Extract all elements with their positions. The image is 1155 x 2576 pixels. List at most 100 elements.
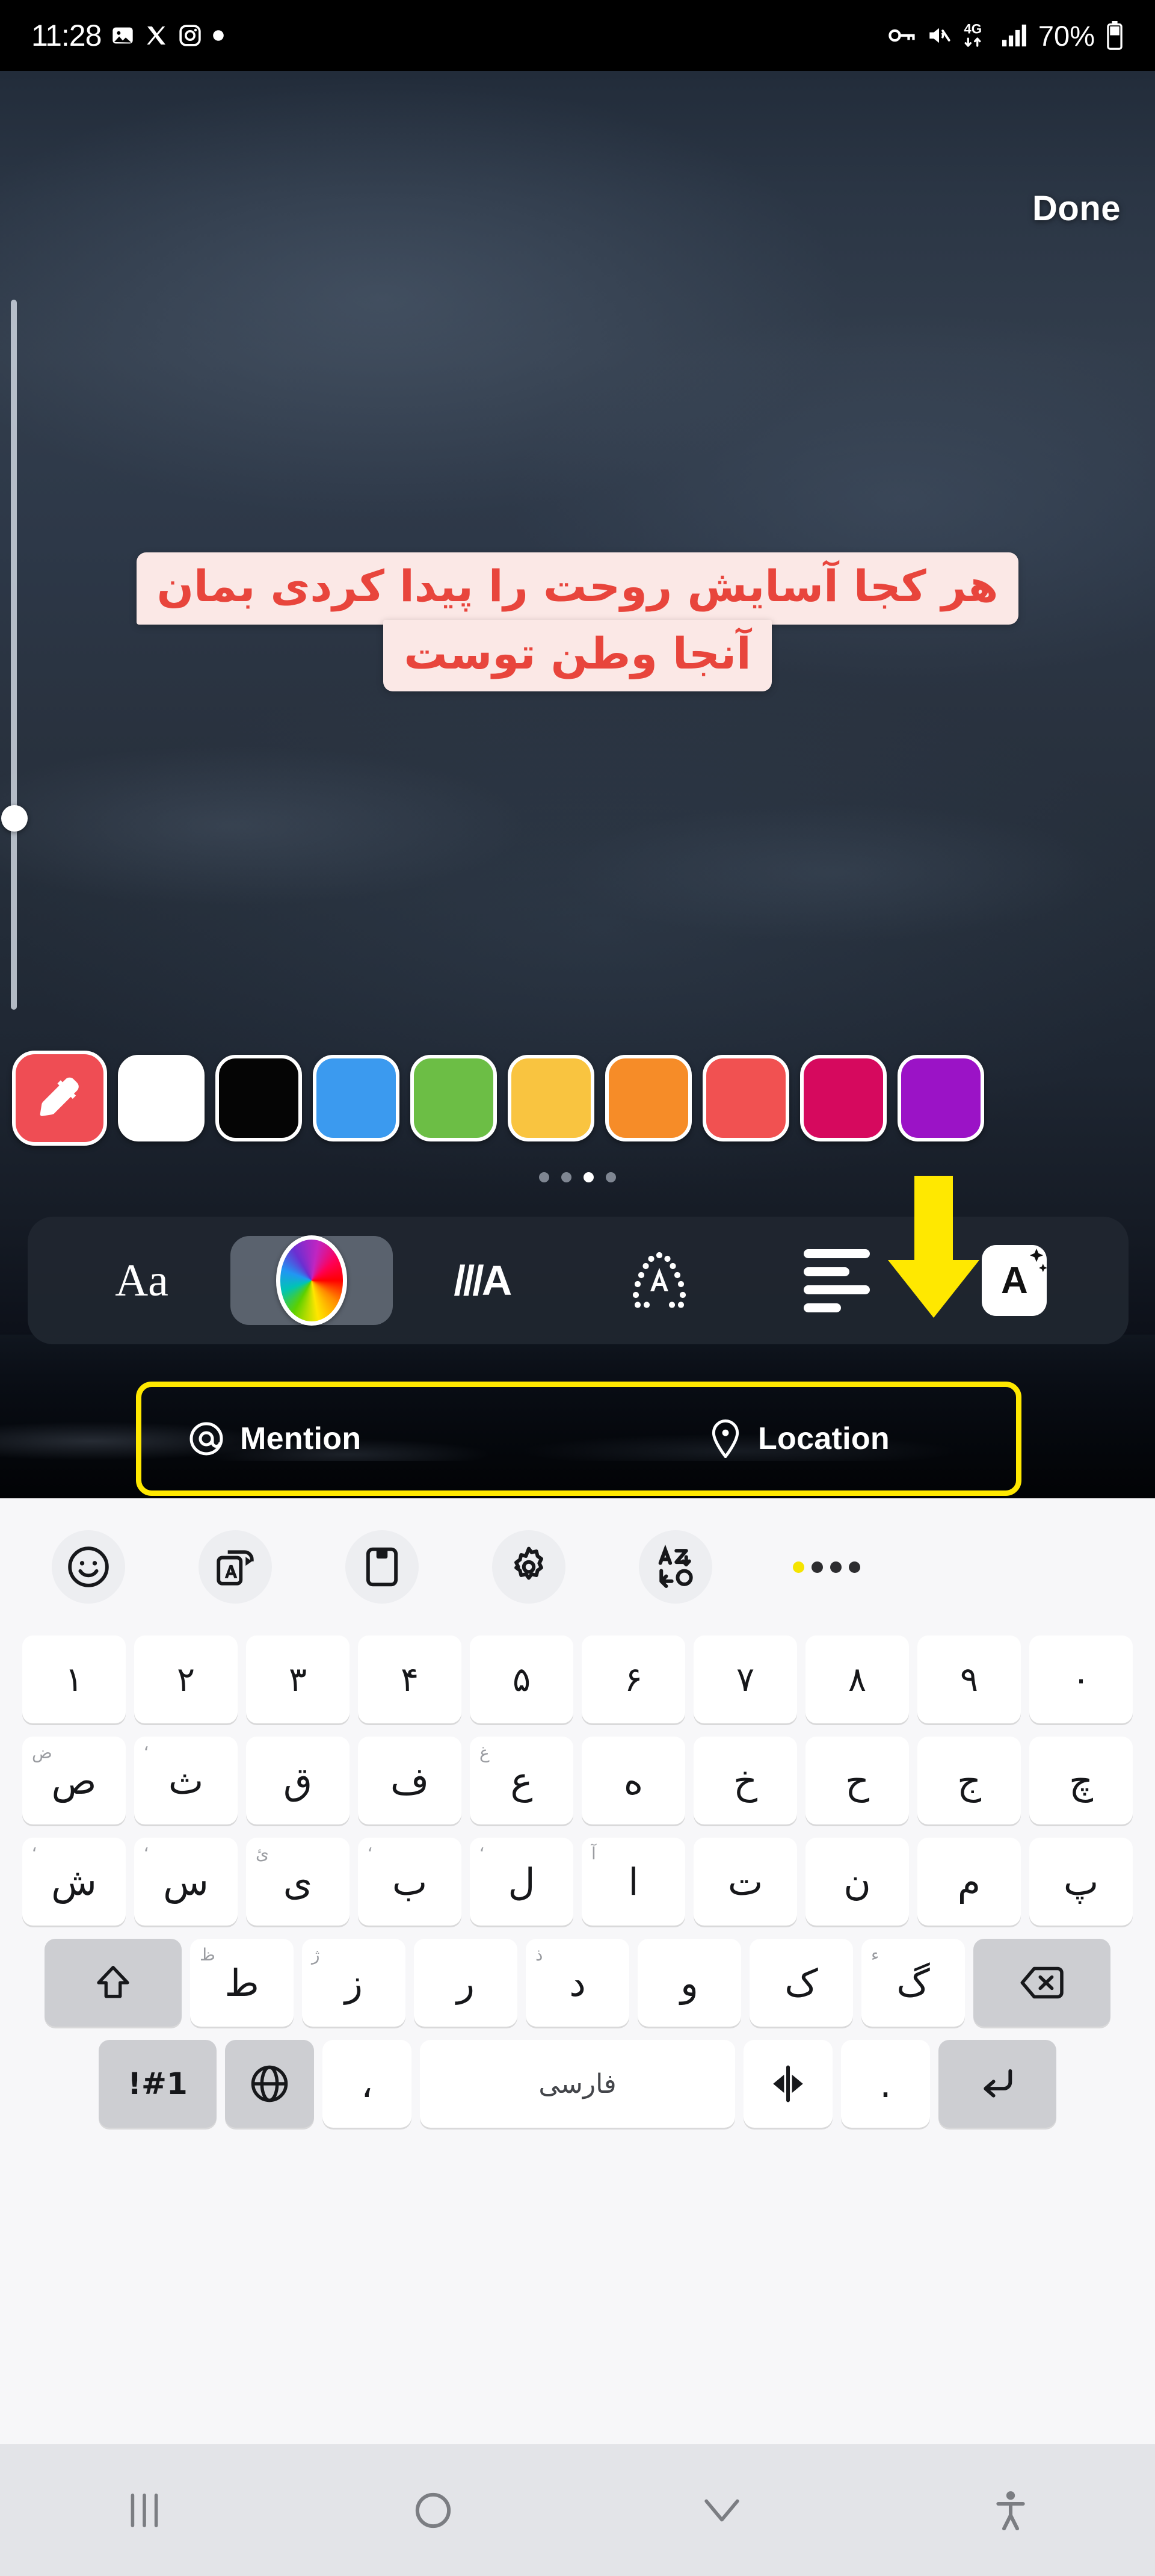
mention-button[interactable]: Mention	[188, 1421, 361, 1457]
key-tah[interactable]: ظ ط	[190, 1939, 294, 2027]
mention-location-bar[interactable]: Mention Location	[136, 1382, 1021, 1496]
key-2[interactable]: ۲	[134, 1635, 238, 1723]
recents-button[interactable]	[0, 2492, 289, 2529]
text-mode-switch-button[interactable]	[639, 1530, 712, 1604]
persian-keyboard[interactable]: ۱ ۲ ۳ ۴ ۵ ۶ ۷ ۸ ۹ ۰ ض ص ‘ ث ق ف غ ع ه خ …	[0, 1498, 1155, 2444]
key-qaf[interactable]: ق	[246, 1737, 350, 1824]
key-6[interactable]: ۶	[582, 1635, 685, 1723]
color-swatch-blue[interactable]	[313, 1055, 399, 1141]
keyboard-letter-row-3[interactable]: ظ ط ژ ز ر ذ د و ک ء گ	[8, 1939, 1147, 2027]
key-4[interactable]: ۴	[358, 1635, 461, 1723]
text-effect-button[interactable]: ///A	[393, 1236, 570, 1325]
color-swatch-white[interactable]	[118, 1055, 205, 1141]
palette-page-dots[interactable]	[0, 1172, 1155, 1182]
key-sheen[interactable]: ‘ ش	[22, 1838, 126, 1926]
keyboard-number-row[interactable]: ۱ ۲ ۳ ۴ ۵ ۶ ۷ ۸ ۹ ۰	[8, 1635, 1147, 1723]
page-dot-3[interactable]	[584, 1172, 594, 1182]
text-color-button[interactable]	[230, 1235, 393, 1326]
color-swatch-amber[interactable]	[508, 1055, 594, 1141]
key-feh[interactable]: ف	[358, 1737, 461, 1824]
key-hah[interactable]: ح	[805, 1737, 909, 1824]
key-1[interactable]: ۱	[22, 1635, 126, 1723]
key-8[interactable]: ۸	[805, 1635, 909, 1723]
key-the[interactable]: ‘ ث	[134, 1737, 238, 1824]
color-swatch-orange[interactable]	[605, 1055, 692, 1141]
keyboard-bottom-row[interactable]: !#1 ، فارسی .	[8, 2040, 1147, 2128]
x-app-icon	[144, 23, 168, 48]
key-teh[interactable]: ت	[694, 1838, 797, 1926]
ai-text-button[interactable]: A	[926, 1236, 1103, 1325]
more-options-button[interactable]	[786, 1561, 860, 1573]
clipboard-button[interactable]	[345, 1530, 419, 1604]
color-swatch-purple[interactable]	[898, 1055, 984, 1141]
hide-keyboard-button[interactable]	[578, 2497, 866, 2524]
key-meem[interactable]: م	[917, 1838, 1021, 1926]
key-jeem[interactable]: ج	[917, 1737, 1021, 1824]
enter-key[interactable]	[938, 2040, 1056, 2128]
space-key[interactable]: فارسی	[420, 2040, 735, 2128]
text-size-slider-handle[interactable]	[1, 805, 28, 832]
color-swatch-magenta[interactable]	[800, 1055, 887, 1141]
comma-key[interactable]: ،	[322, 2040, 411, 2128]
font-style-button[interactable]: Aa	[53, 1236, 230, 1325]
translate-button[interactable]	[199, 1530, 272, 1604]
page-dot-4[interactable]	[606, 1172, 616, 1182]
key-waw[interactable]: و	[638, 1939, 741, 2027]
key-noon[interactable]: ن	[805, 1838, 909, 1926]
text-direction-key[interactable]	[744, 2040, 833, 2128]
key-seen[interactable]: ‘ س	[134, 1838, 238, 1926]
key-7[interactable]: ۷	[694, 1635, 797, 1723]
text-style-toolbar[interactable]: Aa ///A A	[28, 1217, 1129, 1344]
translate-icon	[217, 1550, 254, 1586]
period-key[interactable]: .	[841, 2040, 930, 2128]
done-button[interactable]: Done	[1032, 188, 1121, 229]
text-size-slider[interactable]	[1, 300, 28, 1010]
key-heh[interactable]: ه	[582, 1737, 685, 1824]
key-ain[interactable]: غ ع	[470, 1737, 573, 1824]
system-nav-bar[interactable]	[0, 2444, 1155, 2576]
location-button[interactable]: Location	[709, 1419, 890, 1458]
key-dal[interactable]: ذ د	[526, 1939, 629, 2027]
key-kheh[interactable]: خ	[694, 1737, 797, 1824]
key-lam[interactable]: ‘ ل	[470, 1838, 573, 1926]
page-dot-2[interactable]	[561, 1172, 571, 1182]
key-peh[interactable]: پ	[1029, 1838, 1133, 1926]
emoji-button[interactable]	[52, 1530, 125, 1604]
story-photo-canvas[interactable]: Done هر کجا آسایش روحت را پیدا کردی بمان…	[0, 71, 1155, 1498]
key-0[interactable]: ۰	[1029, 1635, 1133, 1723]
key-3[interactable]: ۳	[246, 1635, 350, 1723]
color-swatch-coral[interactable]	[703, 1055, 789, 1141]
key-sad[interactable]: ض ص	[22, 1737, 126, 1824]
key-kaf[interactable]: ک	[750, 1939, 853, 2027]
key-zain[interactable]: ژ ز	[302, 1939, 405, 2027]
keyboard-toolbar[interactable]	[0, 1498, 1155, 1635]
accessibility-button[interactable]	[866, 2491, 1155, 2530]
text-sticker[interactable]: هر کجا آسایش روحت را پیدا کردی بمان آنجا…	[120, 552, 1035, 692]
keyboard-letter-row-1[interactable]: ض ص ‘ ث ق ف غ ع ه خ ح ج چ	[8, 1737, 1147, 1824]
key-5[interactable]: ۵	[470, 1635, 573, 1723]
key-yeh[interactable]: ئ ی	[246, 1838, 350, 1926]
keyboard-rows[interactable]: ۱ ۲ ۳ ۴ ۵ ۶ ۷ ۸ ۹ ۰ ض ص ‘ ث ق ف غ ع ه خ …	[0, 1635, 1155, 2128]
key-beh[interactable]: ‘ ب	[358, 1838, 461, 1926]
page-dot-1[interactable]	[539, 1172, 549, 1182]
key-9[interactable]: ۹	[917, 1635, 1021, 1723]
color-swatch-green[interactable]	[410, 1055, 497, 1141]
key-alef[interactable]: آ ا	[582, 1838, 685, 1926]
shift-key[interactable]	[45, 1939, 182, 2027]
settings-button[interactable]	[492, 1530, 565, 1604]
key-reh[interactable]: ر	[414, 1939, 517, 2027]
eyedropper-button[interactable]	[12, 1051, 107, 1146]
globe-icon	[251, 2065, 288, 2102]
keyboard-letter-row-2[interactable]: ‘ ش ‘ س ئ ی ‘ ب ‘ ل آ ا ت ن م پ	[8, 1838, 1147, 1926]
text-animation-button[interactable]	[570, 1236, 748, 1325]
key-gaf[interactable]: ء گ	[861, 1939, 965, 2027]
symbols-key[interactable]: !#1	[99, 2040, 217, 2128]
text-alignment-button[interactable]	[748, 1236, 926, 1325]
mention-label: Mention	[240, 1421, 362, 1456]
color-swatch-black[interactable]	[215, 1055, 302, 1141]
key-cheh[interactable]: چ	[1029, 1737, 1133, 1824]
color-palette[interactable]	[0, 1051, 1155, 1146]
home-button[interactable]	[289, 2491, 578, 2530]
language-globe-key[interactable]	[225, 2040, 314, 2128]
backspace-key[interactable]	[973, 1939, 1110, 2027]
